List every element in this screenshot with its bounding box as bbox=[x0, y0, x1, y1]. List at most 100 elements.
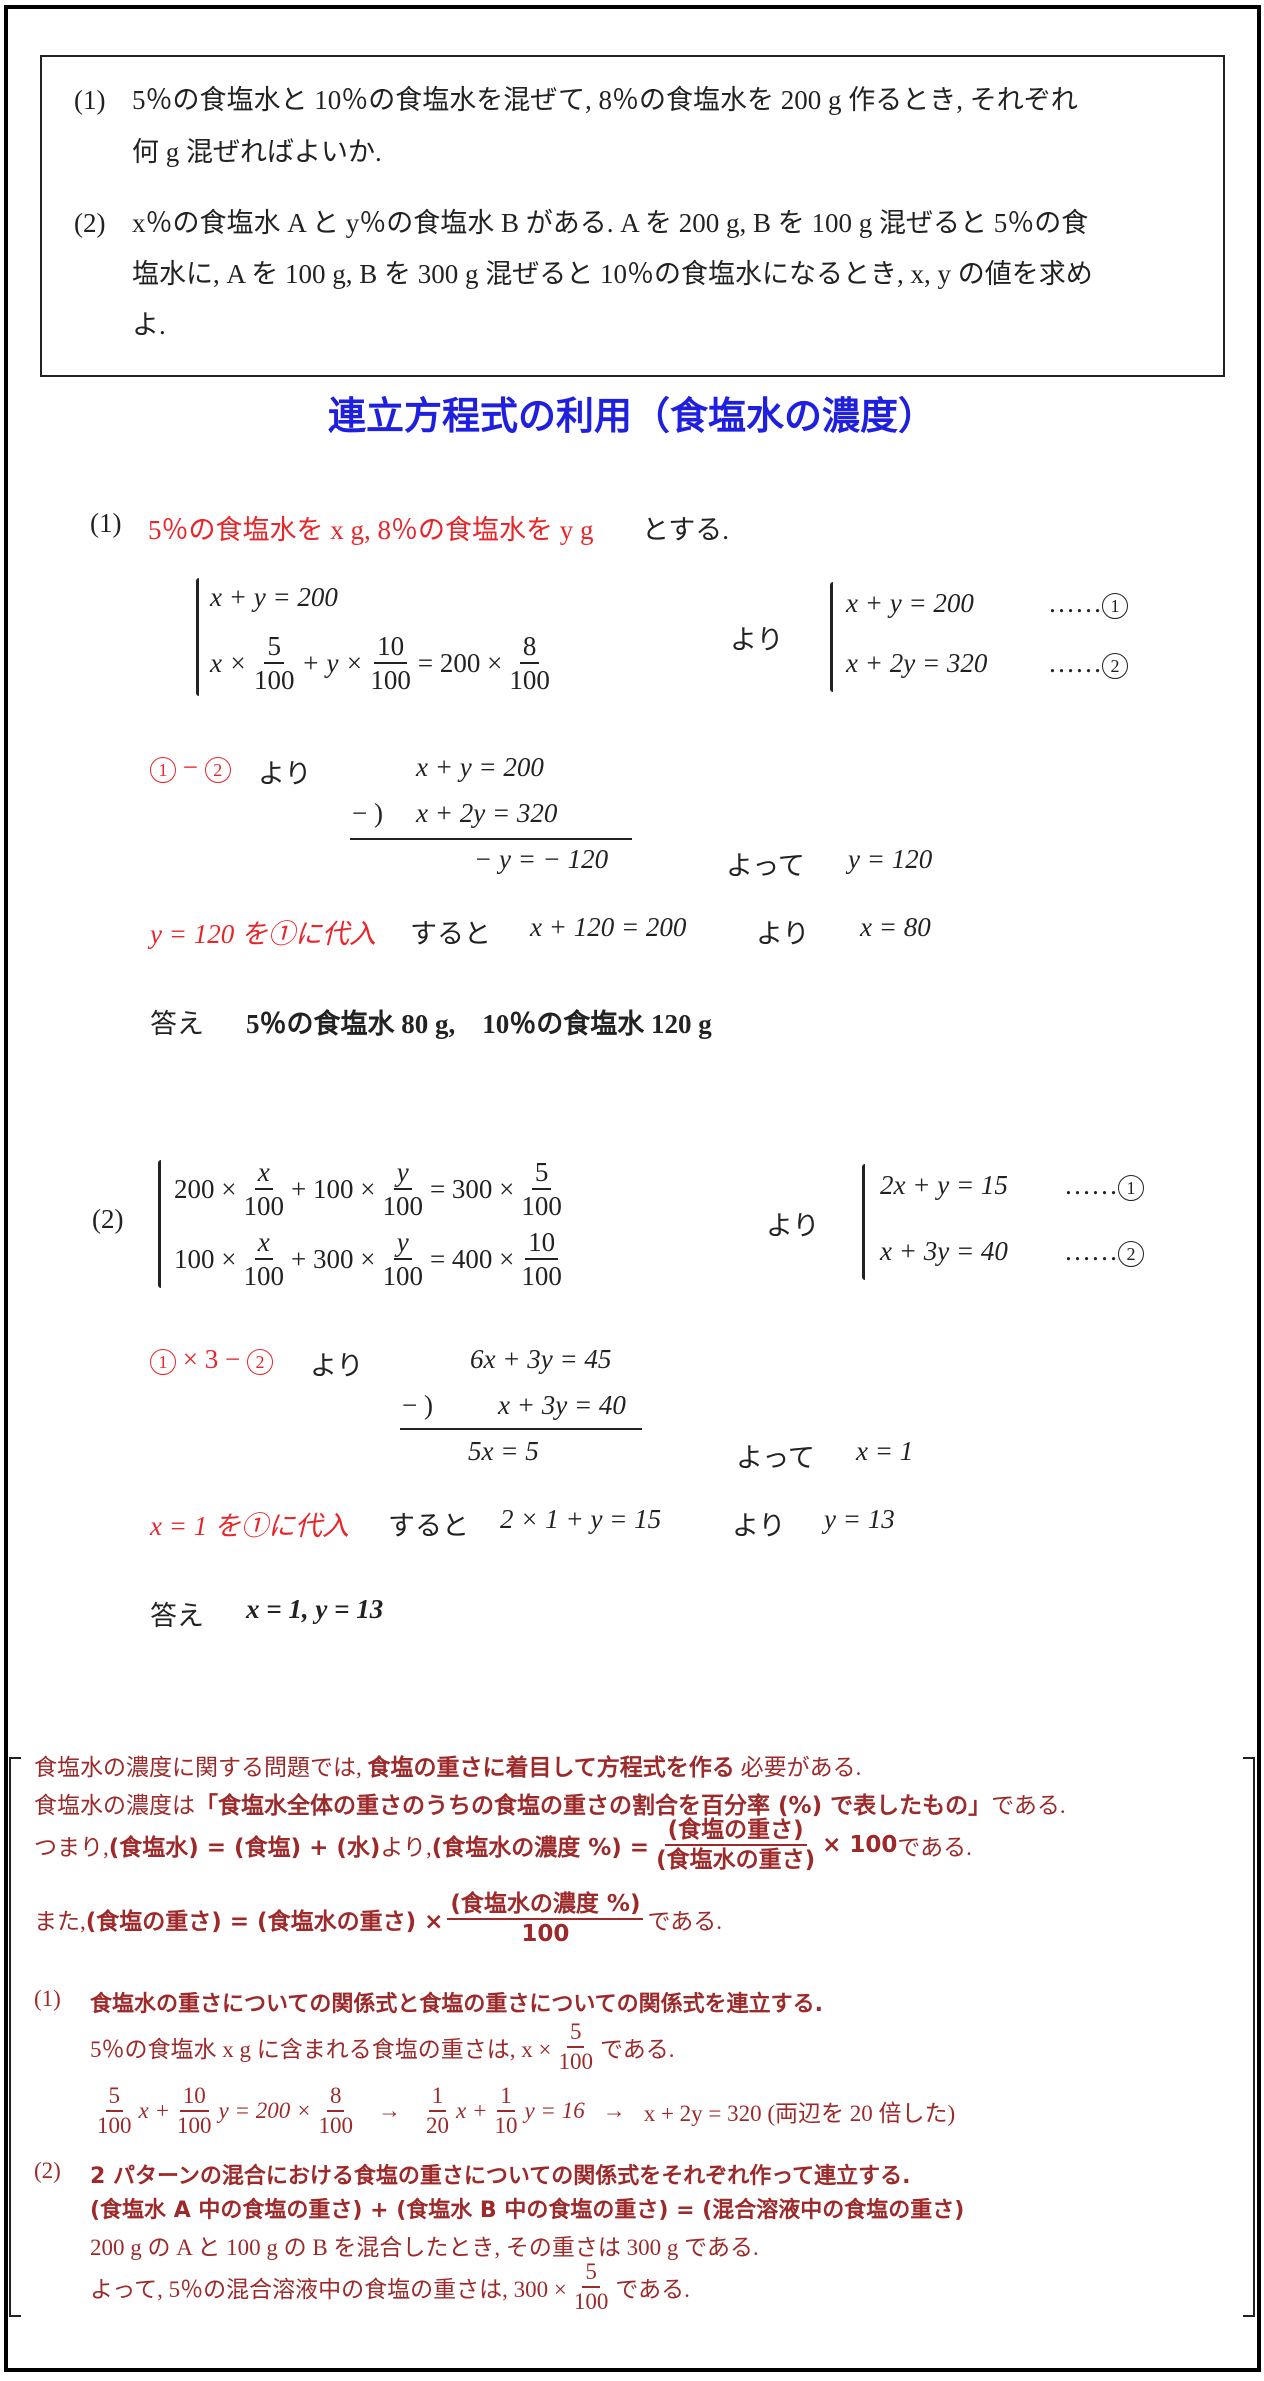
substitution-highlight: y = 120 を①に代入 bbox=[150, 919, 376, 949]
equation-term: = 200 × bbox=[417, 647, 503, 678]
denominator: 100 bbox=[243, 1261, 284, 1292]
substitution-text: すると bbox=[388, 1511, 469, 1541]
denominator: 100 bbox=[573, 2289, 609, 2315]
note-1-line-3: 5 100 x + 10 100 y = 200 × 8 100 → 1 20 x + … bbox=[90, 2083, 955, 2139]
elimination-result: − y = − 120 bbox=[474, 844, 609, 874]
solution-1-label: (1) bbox=[90, 508, 122, 538]
fraction: 1 10 bbox=[491, 2083, 520, 2139]
solution-1-setup-text: とする. bbox=[642, 515, 729, 545]
fraction: 5 100 bbox=[518, 1158, 565, 1221]
answer-1: 5％の食塩水 80 g, 10％の食塩水 120 g bbox=[246, 1009, 712, 1039]
note-text: x + bbox=[455, 2098, 488, 2124]
note-text: y = 200 × bbox=[218, 2098, 312, 2124]
note-text: 5％の食塩水 x g に含まれる食塩の重さは, x × bbox=[90, 2037, 552, 2063]
circled-number: 2 bbox=[204, 756, 231, 783]
note-2-label: (2) bbox=[34, 2158, 61, 2183]
substitution-yori: より bbox=[756, 919, 810, 949]
fraction: 5 100 bbox=[571, 2259, 612, 2315]
elimination-row-2: x + 2y = 320 bbox=[416, 798, 558, 828]
equation-ref-1: …… 1 bbox=[1048, 588, 1128, 619]
denominator: 100 bbox=[521, 1261, 562, 1292]
equation-term: + 300 × bbox=[290, 1243, 376, 1274]
equation: x × 5 100 + y × 10 100 = 200 × 8 100 bbox=[210, 632, 557, 695]
fraction: (食塩の重さ) (食塩水の重さ) bbox=[653, 1818, 818, 1872]
equation-term: = 300 × bbox=[429, 1173, 515, 1204]
denominator: 100 bbox=[97, 2113, 132, 2139]
equation-term: + y × bbox=[301, 647, 364, 678]
denominator: 100 bbox=[521, 1921, 570, 1948]
numerator: 10 bbox=[179, 2083, 209, 2113]
step-yori: より bbox=[310, 1351, 364, 1381]
right-brace bbox=[830, 582, 833, 692]
equation-term: 100 × bbox=[174, 1243, 237, 1274]
denominator: 100 bbox=[318, 2113, 353, 2139]
note-2-line-2: (食塩水 A 中の食塩の重さ) + (食塩水 B 中の食塩の重さ) = (混合溶… bbox=[90, 2198, 965, 2223]
elimination-row-1: 6x + 3y = 45 bbox=[470, 1344, 612, 1374]
equation: 200 × x 100 + 100 × y 100 = 300 × 5 100 bbox=[174, 1158, 569, 1221]
right-brace bbox=[862, 1164, 865, 1280]
left-brace bbox=[196, 578, 199, 696]
note-line-2: 食塩水の濃度は「食塩水全体の重さのうちの食塩の重さの割合を百分率 (%) で表し… bbox=[34, 1786, 1066, 1820]
denominator: 100 bbox=[382, 1261, 423, 1292]
fraction: 8 100 bbox=[315, 2083, 356, 2139]
circled-number: 2 bbox=[1102, 652, 1128, 679]
fraction: x 100 bbox=[240, 1158, 287, 1221]
denominator: 100 bbox=[253, 665, 295, 696]
fraction: y 100 bbox=[379, 1228, 426, 1291]
numerator: (食塩の重さ) bbox=[664, 1818, 807, 1847]
y-value: y = 13 bbox=[824, 1504, 895, 1534]
numerator: 5 bbox=[531, 1158, 552, 1191]
numerator: x bbox=[254, 1158, 273, 1191]
note-1-label: (1) bbox=[34, 1986, 61, 2011]
circled-number: 1 bbox=[1118, 1174, 1144, 1201]
note-emphasis: 「食塩水全体の重さのうちの食塩の重さの割合を百分率 (%) で表したもの」 bbox=[195, 1793, 992, 1819]
denominator: 100 bbox=[509, 665, 550, 696]
numerator: x bbox=[254, 1228, 273, 1261]
note-2-line-3: 200 g の A と 100 g の B を混合したとき, その重さは 300… bbox=[90, 2235, 759, 2260]
equation-term: + 100 × bbox=[290, 1173, 376, 1204]
fraction: 1 20 bbox=[423, 2083, 452, 2138]
answer-label: 答え bbox=[150, 1601, 204, 1631]
dots: …… bbox=[1048, 648, 1102, 678]
denominator: 10 bbox=[494, 2113, 518, 2139]
circled-number: 1 bbox=[150, 756, 176, 783]
numerator: 5 bbox=[566, 2019, 585, 2049]
arrow-icon: → bbox=[377, 2098, 401, 2124]
fraction: x 100 bbox=[240, 1228, 287, 1291]
circled-number: 2 bbox=[1118, 1240, 1144, 1267]
note-2-line-4: よって, 5％の混合溶液中の食塩の重さは, 300 × 5 100 である. bbox=[90, 2259, 690, 2315]
fraction: 5 100 bbox=[94, 2083, 135, 2139]
numerator: y bbox=[393, 1158, 412, 1191]
equation-term: = 400 × bbox=[429, 1243, 515, 1274]
equation-1: x + y = 200 bbox=[846, 588, 974, 618]
x-value: x = 80 bbox=[860, 912, 931, 942]
solution-2-label: (2) bbox=[92, 1204, 124, 1234]
note-text: よって, 5％の混合溶液中の食塩の重さは, 300 × bbox=[90, 2277, 567, 2303]
solution-1-setup-highlight: 5％の食塩水を x g, 8％の食塩水を y g bbox=[148, 515, 594, 545]
numerator: y bbox=[393, 1228, 412, 1261]
fraction: y 100 bbox=[379, 1158, 426, 1221]
yotte-text: よって bbox=[726, 851, 805, 881]
step-yori: より bbox=[258, 759, 312, 789]
substitution-equation: x + 120 = 200 bbox=[530, 912, 687, 942]
elimination-row-2: x + 3y = 40 bbox=[498, 1390, 626, 1420]
numerator: 1 bbox=[428, 2083, 447, 2113]
numerator: 10 bbox=[374, 632, 408, 665]
elimination-result: 5x = 5 bbox=[468, 1436, 539, 1466]
problem-2-line-1: x％の食塩水 A と y％の食塩水 B がある. A を 200 g, B を … bbox=[132, 208, 1089, 238]
problem-1-line-2: 何 g 混ぜればよいか. bbox=[132, 137, 382, 167]
substitution-highlight: x = 1 を①に代入 bbox=[150, 1511, 349, 1541]
note-emphasis: 食塩の重さに着目して方程式を作る bbox=[367, 1755, 735, 1781]
note-emphasis: × 100 bbox=[822, 1832, 898, 1859]
note-text: である. bbox=[615, 2277, 690, 2303]
numerator: 5 bbox=[582, 2259, 600, 2289]
problem-1-label: (1) bbox=[74, 85, 106, 115]
page-title: 連立方程式の利用（食塩水の濃度） bbox=[327, 394, 936, 438]
fraction: (食塩水の濃度 %) 100 bbox=[447, 1892, 644, 1948]
elimination-minus: − ) bbox=[402, 1390, 433, 1420]
dots: …… bbox=[1064, 1170, 1118, 1200]
numerator: 1 bbox=[497, 2083, 515, 2113]
denominator: 100 bbox=[176, 2113, 212, 2139]
note-text: である. bbox=[897, 1835, 972, 1861]
numerator: 8 bbox=[326, 2083, 345, 2113]
